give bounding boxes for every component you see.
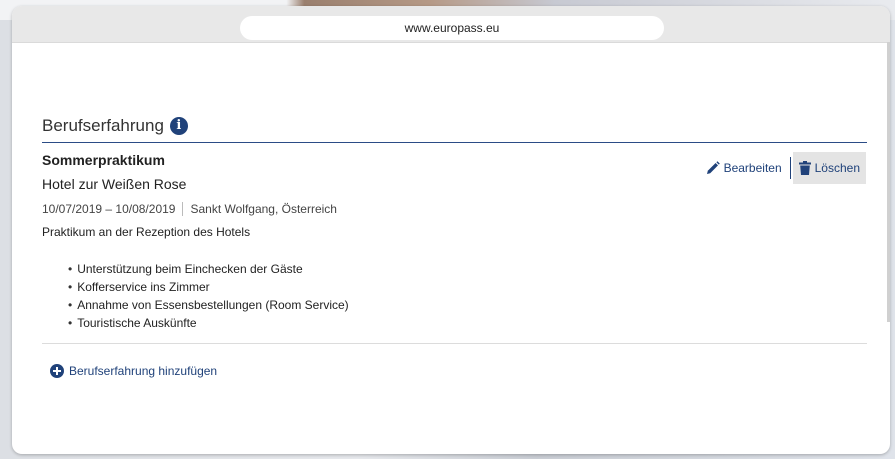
- browser-titlebar: www.europass.eu: [12, 6, 890, 43]
- trash-icon: [798, 161, 811, 175]
- job-title: Sommerpraktikum: [42, 152, 165, 168]
- edit-button[interactable]: Bearbeiten: [700, 157, 788, 179]
- browser-window: www.europass.eu Berufserfahrung i Sommer…: [12, 6, 890, 454]
- info-circle-icon[interactable]: i: [169, 117, 188, 135]
- list-item: Touristische Auskünfte: [68, 314, 349, 332]
- delete-button-label: Löschen: [814, 161, 860, 175]
- meta-separator: [182, 202, 184, 216]
- add-experience-label: Berufserfahrung hinzufügen: [69, 364, 218, 378]
- entry-divider: [42, 343, 867, 344]
- section-divider: [42, 142, 867, 143]
- scrollbar[interactable]: [887, 42, 890, 322]
- pencil-icon: [706, 161, 720, 175]
- entry-description: Praktikum an der Rezeption des Hotels: [42, 225, 251, 239]
- action-separator: [789, 157, 791, 179]
- entry-location: Sankt Wolfgang, Österreich: [190, 202, 337, 216]
- entry-actions: Bearbeiten Löschen: [700, 152, 866, 184]
- plus-circle-icon: [50, 364, 64, 378]
- delete-button[interactable]: Löschen: [792, 152, 866, 184]
- list-item: Annahme von Essensbestellungen (Room Ser…: [68, 296, 348, 314]
- address-bar[interactable]: www.europass.eu: [240, 16, 664, 40]
- entry-dates: 10/07/2019 – 10/08/2019: [42, 202, 176, 216]
- add-experience-link[interactable]: Berufserfahrung hinzufügen: [50, 364, 217, 378]
- section-header: Berufserfahrung i: [42, 116, 188, 136]
- entry-meta: 10/07/2019 – 10/08/2019 Sankt Wolfgang, …: [42, 202, 337, 216]
- company-name: Hotel zur Weißen Rose: [42, 176, 187, 192]
- list-item: Unterstützung beim Einchecken der Gäste: [68, 260, 349, 278]
- edit-button-label: Bearbeiten: [723, 161, 782, 175]
- list-item: Kofferservice ins Zimmer: [68, 278, 349, 296]
- task-list: Unterstützung beim Einchecken der Gäste …: [68, 260, 349, 332]
- section-title: Berufserfahrung: [42, 116, 164, 135]
